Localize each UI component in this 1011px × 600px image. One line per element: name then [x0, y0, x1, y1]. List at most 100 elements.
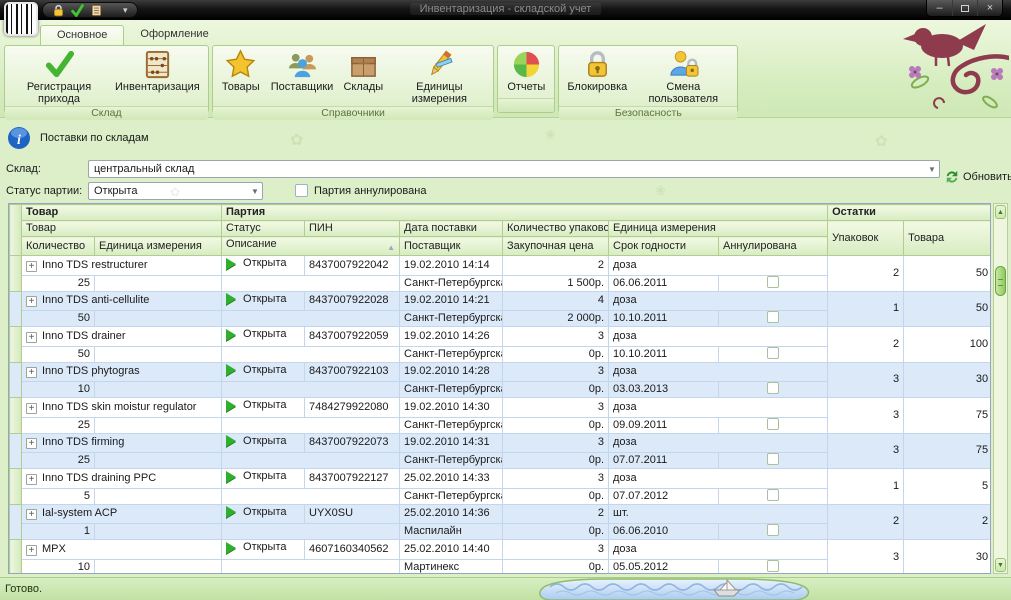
pin-cell[interactable]: 7484279922080 — [305, 398, 400, 418]
annulled-cell[interactable] — [719, 417, 828, 433]
unit-cell[interactable]: доза — [609, 327, 828, 347]
purchase-price-cell[interactable]: 0р. — [503, 382, 609, 398]
scroll-down-icon[interactable]: ▼ — [995, 558, 1006, 572]
annulled-filter-checkbox[interactable] — [295, 184, 308, 197]
unit2-cell[interactable] — [95, 453, 222, 469]
pack-count-cell[interactable]: 3 — [503, 469, 609, 489]
ribbon-button-box[interactable]: Склады — [338, 48, 388, 94]
product-name-cell[interactable]: +Inno TDS firming — [22, 433, 222, 453]
column-header-quantity[interactable]: Количество — [22, 237, 95, 256]
supplier-cell[interactable]: Мартинекс — [400, 559, 503, 574]
unit2-cell[interactable] — [95, 275, 222, 291]
delivery-date-cell[interactable]: 19.02.2010 14:14 — [400, 256, 503, 276]
unit2-cell[interactable] — [95, 488, 222, 504]
quantity-cell[interactable]: 10 — [22, 559, 95, 574]
vertical-scrollbar[interactable]: ▲ ▼ — [993, 203, 1008, 574]
pin-cell[interactable]: 8437007922103 — [305, 362, 400, 382]
supplier-cell[interactable]: Санкт-Петербургска... — [400, 382, 503, 398]
grid-row[interactable]: +Inno TDS phytograsОткрыта84370079221031… — [10, 362, 992, 382]
column-header-tovar[interactable]: Товар — [22, 221, 222, 237]
delivery-date-cell[interactable]: 25.02.2010 14:33 — [400, 469, 503, 489]
status-cell[interactable]: Открыта — [222, 504, 305, 524]
purchase-price-cell[interactable]: 0р. — [503, 417, 609, 433]
pack-count-cell[interactable]: 3 — [503, 540, 609, 560]
expand-icon[interactable]: + — [26, 367, 37, 378]
expand-icon[interactable]: + — [26, 474, 37, 485]
expand-icon[interactable]: + — [26, 438, 37, 449]
supplier-cell[interactable]: Санкт-Петербургска... — [400, 311, 503, 327]
pin-cell[interactable]: 8437007922042 — [305, 256, 400, 276]
row-indicator-cell[interactable] — [10, 469, 22, 505]
quantity-cell[interactable]: 10 — [22, 382, 95, 398]
column-header-expiry[interactable]: Срок годности — [609, 237, 719, 256]
product-name-cell[interactable]: +Inno TDS drainer — [22, 327, 222, 347]
delivery-date-cell[interactable]: 19.02.2010 14:21 — [400, 291, 503, 311]
supplier-cell[interactable]: Маспилайн — [400, 524, 503, 540]
unit2-cell[interactable] — [95, 524, 222, 540]
restore-button[interactable] — [952, 0, 977, 16]
pin-cell[interactable]: 4607160340562 — [305, 540, 400, 560]
pin-cell[interactable]: UYX0SU — [305, 504, 400, 524]
pin-cell[interactable]: 8437007922127 — [305, 469, 400, 489]
rest-goods-cell[interactable]: 50 — [904, 256, 991, 292]
status-cell[interactable]: Открыта — [222, 540, 305, 560]
batch-status-combobox[interactable]: Открыта ▼ — [88, 182, 263, 200]
chevron-down-icon[interactable]: ▼ — [248, 187, 262, 196]
warehouse-combobox[interactable]: центральный склад ▼ — [88, 160, 940, 178]
unit2-cell[interactable] — [95, 311, 222, 327]
rest-goods-cell[interactable]: 75 — [904, 433, 991, 469]
grid-row[interactable]: +Inno TDS skin moistur regulatorОткрыта7… — [10, 398, 992, 418]
chevron-down-icon[interactable]: ▼ — [925, 165, 939, 174]
expand-icon[interactable]: + — [26, 261, 37, 272]
description-cell[interactable] — [222, 524, 400, 540]
status-cell[interactable]: Открыта — [222, 433, 305, 453]
column-header-goods-rest[interactable]: Товара — [904, 221, 991, 256]
annulled-checkbox[interactable] — [767, 489, 779, 501]
rest-goods-cell[interactable]: 30 — [904, 362, 991, 398]
column-header-pin[interactable]: ПИН — [305, 221, 400, 237]
unit2-cell[interactable] — [95, 382, 222, 398]
row-indicator-cell[interactable] — [10, 504, 22, 540]
grid-row[interactable]: +Ial-system ACPОткрытаUYX0SU25.02.2010 1… — [10, 504, 992, 524]
ribbon-button-lock[interactable]: Блокировка — [562, 48, 632, 94]
row-indicator-cell[interactable] — [10, 362, 22, 398]
description-cell[interactable] — [222, 382, 400, 398]
supplier-cell[interactable]: Санкт-Петербургска... — [400, 417, 503, 433]
unit-cell[interactable]: шт. — [609, 504, 828, 524]
product-name-cell[interactable]: +Inno TDS phytogras — [22, 362, 222, 382]
unit2-cell[interactable] — [95, 559, 222, 574]
purchase-price-cell[interactable]: 0р. — [503, 559, 609, 574]
pack-count-cell[interactable]: 2 — [503, 256, 609, 276]
product-name-cell[interactable]: +Inno TDS anti-cellulite — [22, 291, 222, 311]
rest-packs-cell[interactable]: 1 — [828, 291, 904, 327]
status-cell[interactable]: Открыта — [222, 256, 305, 276]
expiry-cell[interactable]: 07.07.2011 — [609, 453, 719, 469]
column-header-packs-rest[interactable]: Упаковок — [828, 221, 904, 256]
annulled-checkbox[interactable] — [767, 418, 779, 430]
pack-count-cell[interactable]: 3 — [503, 398, 609, 418]
grid-row[interactable]: +Inno TDS restructurerОткрыта84370079220… — [10, 256, 992, 276]
rest-packs-cell[interactable]: 2 — [828, 504, 904, 540]
rest-goods-cell[interactable]: 75 — [904, 398, 991, 434]
close-button[interactable]: × — [977, 0, 1002, 16]
row-indicator-cell[interactable] — [10, 540, 22, 575]
annulled-cell[interactable] — [719, 346, 828, 362]
grid-row[interactable]: +Inno TDS draining PPCОткрыта84370079221… — [10, 469, 992, 489]
annulled-checkbox[interactable] — [767, 347, 779, 359]
row-indicator-cell[interactable] — [10, 291, 22, 327]
delivery-date-cell[interactable]: 19.02.2010 14:31 — [400, 433, 503, 453]
ribbon-button-check[interactable]: Регистрация прихода — [8, 48, 110, 106]
expiry-cell[interactable]: 10.10.2011 — [609, 346, 719, 362]
product-name-cell[interactable]: +MPX — [22, 540, 222, 560]
rest-goods-cell[interactable]: 30 — [904, 540, 991, 575]
purchase-price-cell[interactable]: 0р. — [503, 524, 609, 540]
supplier-cell[interactable]: Санкт-Петербургска... — [400, 488, 503, 504]
expiry-cell[interactable]: 06.06.2011 — [609, 275, 719, 291]
grid-row[interactable]: +Inno TDS firmingОткрыта843700792207319.… — [10, 433, 992, 453]
delivery-date-cell[interactable]: 25.02.2010 14:40 — [400, 540, 503, 560]
quantity-cell[interactable]: 25 — [22, 275, 95, 291]
unit-cell[interactable]: доза — [609, 469, 828, 489]
pack-count-cell[interactable]: 4 — [503, 291, 609, 311]
grid-row[interactable]: +Inno TDS anti-celluliteОткрыта843700792… — [10, 291, 992, 311]
rest-goods-cell[interactable]: 100 — [904, 327, 991, 363]
